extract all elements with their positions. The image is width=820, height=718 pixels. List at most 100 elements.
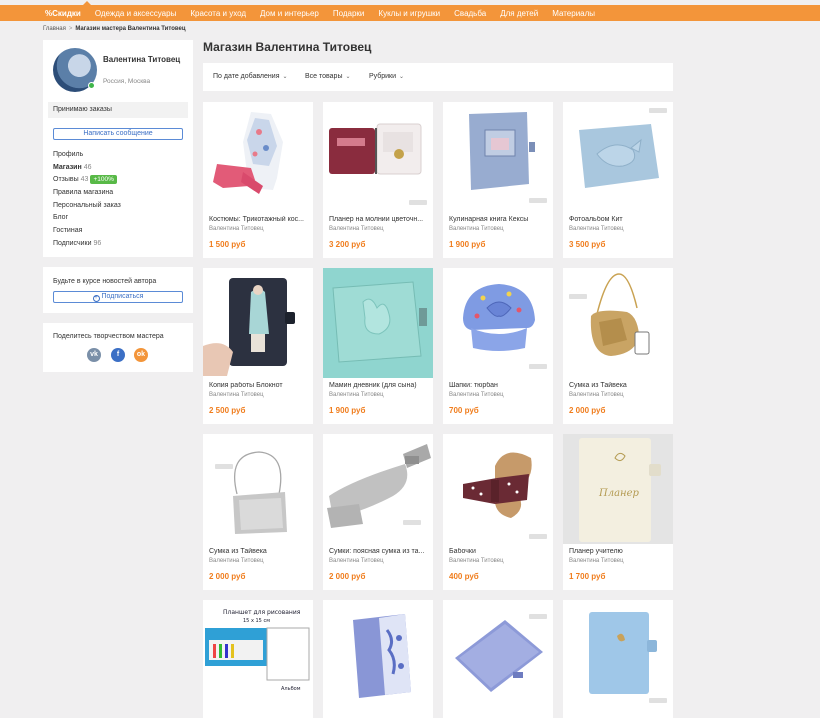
product-photo[interactable] [203, 434, 313, 544]
product-photo[interactable] [323, 600, 433, 710]
profile-name[interactable]: Валентина Титовец [103, 55, 183, 65]
nav-item-home[interactable]: Дом и интерьер [260, 9, 319, 18]
product-name[interactable]: Планер учителю [569, 548, 669, 555]
watermark-logo [529, 614, 547, 619]
product-photo[interactable] [443, 600, 553, 710]
product-card[interactable]: Кулинарная книга Кексы Валентина Титовец… [443, 102, 553, 258]
product-card[interactable]: Планер Планер учителю Валентина Титовец … [563, 434, 673, 590]
product-card[interactable]: Бабочки Валентина Титовец 400 руб [443, 434, 553, 590]
nav-item-dolls[interactable]: Куклы и игрушки [378, 9, 440, 18]
product-seller[interactable]: Валентина Титовец [569, 558, 624, 564]
breadcrumb-home[interactable]: Главная [43, 26, 66, 32]
product-price: 1 700 руб [569, 572, 606, 581]
vk-icon[interactable]: vk [87, 348, 101, 362]
product-photo[interactable] [323, 268, 433, 378]
product-seller[interactable]: Валентина Титовец [209, 226, 264, 232]
nav-item-clothes[interactable]: Одежда и аксессуары [95, 9, 177, 18]
product-name[interactable]: Шапки: тюрбан [449, 382, 549, 389]
profile-menu-item-lounge[interactable]: Гостиная [53, 225, 121, 238]
profile-menu-item-blog[interactable]: Блог [53, 212, 121, 225]
product-seller[interactable]: Валентина Титовец [569, 392, 624, 398]
product-photo[interactable] [323, 434, 433, 544]
product-card[interactable]: Планер на молнии цветочн... Валентина Ти… [323, 102, 433, 258]
product-name[interactable]: Мамин дневник (для сына) [329, 382, 429, 389]
product-seller[interactable]: Валентина Титовец [209, 392, 264, 398]
product-photo[interactable] [443, 268, 553, 378]
product-name[interactable]: Кулинарная книга Кексы [449, 216, 549, 223]
product-card[interactable]: Копия работы Блокнот Валентина Титовец 2… [203, 268, 313, 424]
product-photo[interactable] [443, 102, 553, 212]
product-card[interactable]: Сумки: поясная сумка из та... Валентина … [323, 434, 433, 590]
nav-item-materials[interactable]: Материалы [552, 9, 595, 18]
menu-label: Профиль [53, 151, 84, 158]
product-photo[interactable] [203, 268, 313, 378]
sort-dropdown[interactable]: По дате добавления ⌄ [213, 73, 288, 80]
product-card[interactable] [323, 600, 433, 718]
product-name[interactable]: Костюмы: Трикотажный кос... [209, 216, 309, 223]
product-card[interactable]: Планшет для рисования 15 x 15 см Альбом [203, 600, 313, 718]
product-photo[interactable]: Планер [563, 434, 673, 544]
product-photo[interactable]: Планшет для рисования 15 x 15 см Альбом [203, 600, 313, 710]
menu-label: Правила магазина [53, 189, 114, 197]
menu-label: Блог [53, 214, 69, 222]
product-photo[interactable] [563, 268, 673, 378]
product-photo[interactable] [323, 102, 433, 212]
facebook-icon[interactable]: f [111, 348, 125, 362]
all-items-label: Все товары [305, 73, 343, 80]
product-name[interactable]: Фотоальбом Кит [569, 216, 669, 223]
product-card[interactable] [443, 600, 553, 718]
product-seller[interactable]: Валентина Титовец [569, 226, 624, 232]
rubrics-dropdown[interactable]: Рубрики ⌄ [369, 73, 404, 80]
photo-size: 15 x 15 см [243, 618, 270, 624]
product-name[interactable]: Сумка из Тайвека [209, 548, 309, 555]
product-card[interactable]: Фотоальбом Кит Валентина Титовец 3 500 р… [563, 102, 673, 258]
product-name[interactable]: Сумки: поясная сумка из та... [329, 548, 429, 555]
product-card[interactable]: Сумка из Тайвека Валентина Титовец 2 000… [203, 434, 313, 590]
profile-menu-item-custom-order[interactable]: Персональный заказ [53, 200, 121, 213]
product-photo[interactable] [443, 434, 553, 544]
subscribe-button[interactable]: + Подписаться [53, 291, 183, 303]
profile-menu-item-reviews[interactable]: Отзывы 43 +100% [53, 174, 121, 187]
profile-menu-item-rules[interactable]: Правила магазина [53, 187, 121, 200]
nav-item-sale[interactable]: %Скидки [45, 9, 81, 18]
product-card[interactable] [563, 600, 673, 718]
product-seller[interactable]: Валентина Титовец [449, 392, 504, 398]
product-price: 3 200 руб [329, 240, 366, 249]
news-text: Будьте в курсе новостей автора [53, 278, 157, 285]
product-name[interactable]: Бабочки [449, 548, 549, 555]
product-photo[interactable] [563, 102, 673, 212]
nav-item-beauty[interactable]: Красота и уход [190, 9, 246, 18]
product-card[interactable]: Шапки: тюрбан Валентина Титовец 700 руб [443, 268, 553, 424]
product-name[interactable]: Копия работы Блокнот [209, 382, 309, 389]
product-seller[interactable]: Валентина Титовец [329, 226, 384, 232]
rubrics-label: Рубрики [369, 73, 397, 80]
profile-menu-item-subscribers[interactable]: Подписчики 96 [53, 238, 121, 251]
product-price: 1 900 руб [329, 406, 366, 415]
odnoklassniki-icon[interactable]: ok [134, 348, 148, 362]
product-card[interactable]: Сумка из Тайвека Валентина Титовец 2 000… [563, 268, 673, 424]
product-price: 400 руб [449, 572, 479, 581]
product-price: 2 500 руб [209, 406, 246, 415]
product-name[interactable]: Сумка из Тайвека [569, 382, 669, 389]
rating-badge: +100% [90, 175, 117, 185]
product-name[interactable]: Планер на молнии цветочн... [329, 216, 429, 223]
chevron-down-icon: ⌄ [399, 74, 405, 80]
product-card[interactable]: Костюмы: Трикотажный кос... Валентина Ти… [203, 102, 313, 258]
product-card[interactable]: Мамин дневник (для сына) Валентина Титов… [323, 268, 433, 424]
product-photo[interactable] [563, 600, 673, 710]
product-seller[interactable]: Валентина Титовец [449, 226, 504, 232]
product-photo[interactable] [203, 102, 313, 212]
nav-item-wedding[interactable]: Свадьба [454, 9, 486, 18]
nav-item-gifts[interactable]: Подарки [333, 9, 365, 18]
product-seller[interactable]: Валентина Титовец [329, 392, 384, 398]
menu-count: 96 [93, 239, 102, 247]
nav-item-kids[interactable]: Для детей [500, 9, 538, 18]
watermark-logo [409, 200, 427, 205]
all-items-dropdown[interactable]: Все товары ⌄ [305, 73, 351, 80]
send-message-button[interactable]: Написать сообщение [53, 128, 183, 140]
product-seller[interactable]: Валентина Титовец [209, 558, 264, 564]
profile-menu-item-shop[interactable]: Магазин 46 [53, 162, 121, 175]
product-seller[interactable]: Валентина Титовец [329, 558, 384, 564]
product-seller[interactable]: Валентина Титовец [449, 558, 504, 564]
profile-menu-item-profile[interactable]: Профиль [53, 149, 121, 162]
